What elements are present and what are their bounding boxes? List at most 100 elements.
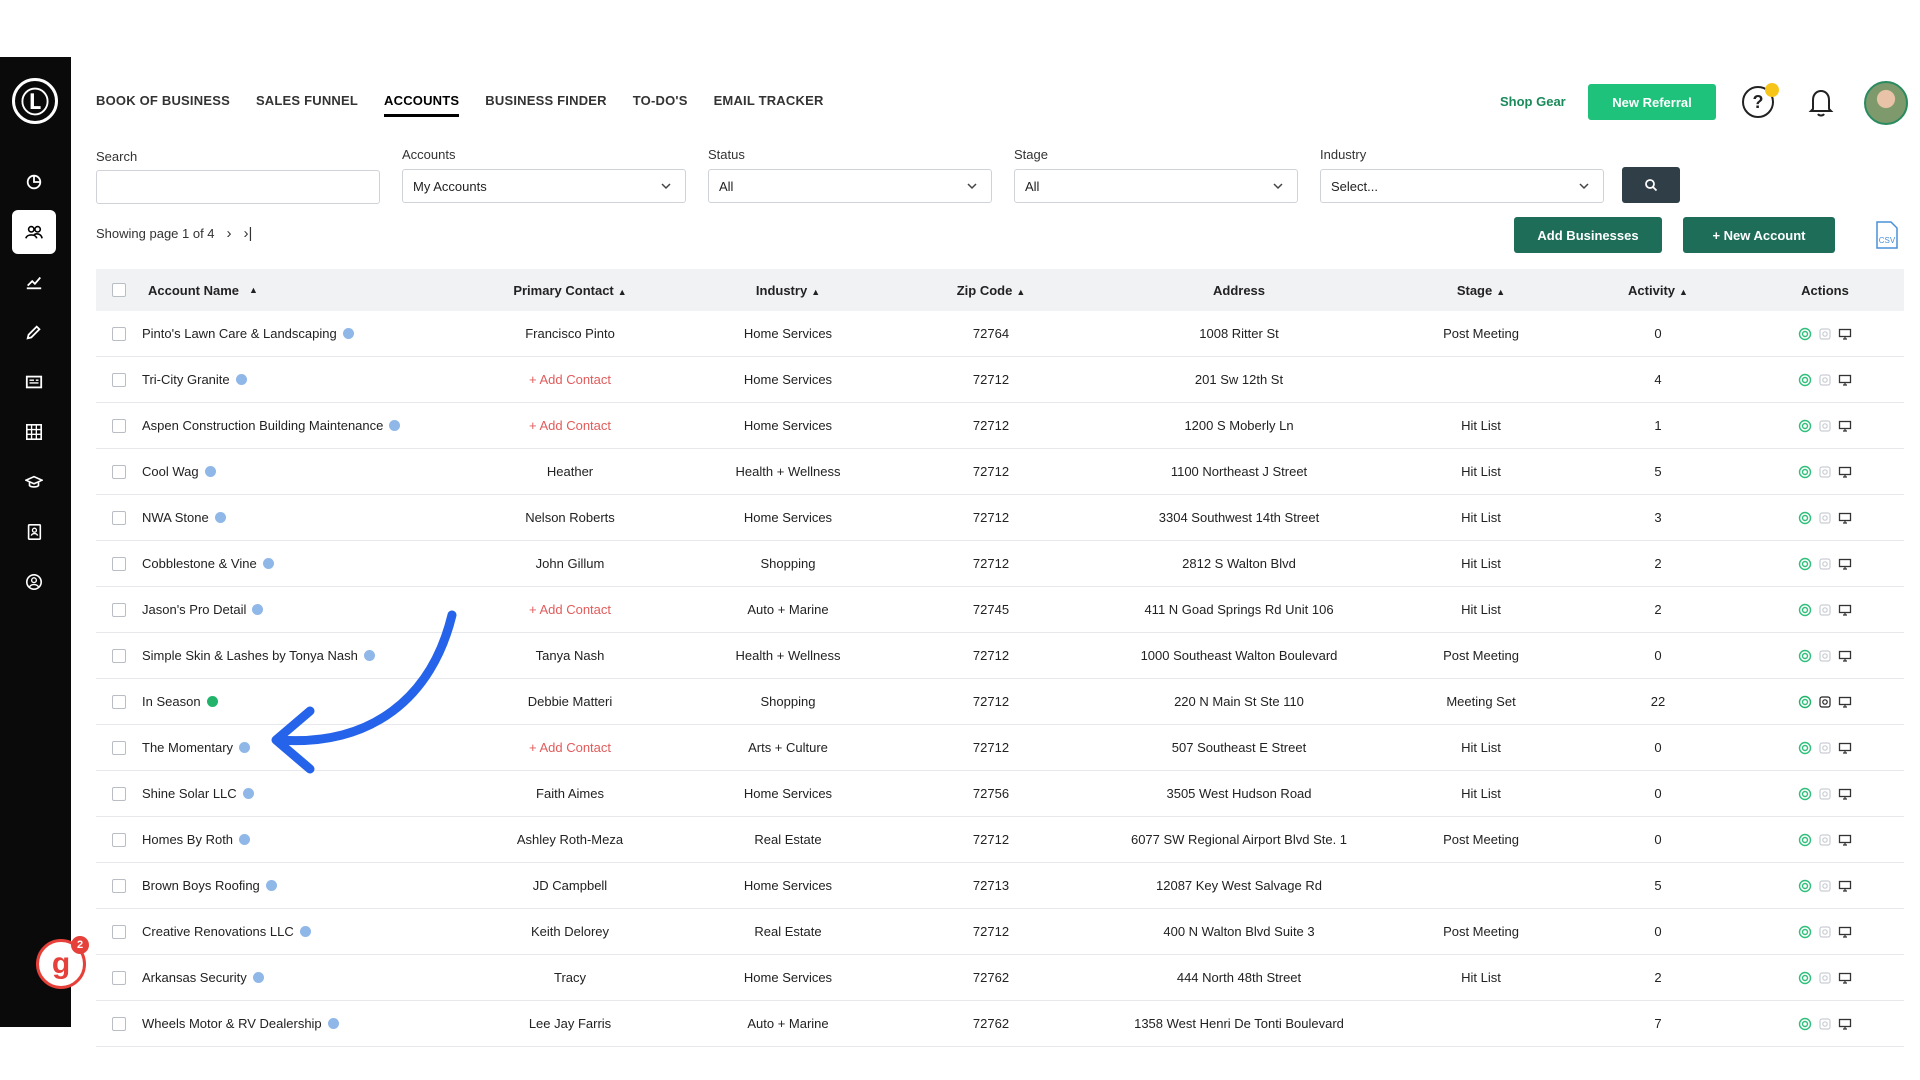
target-icon[interactable] xyxy=(1798,373,1812,387)
industry-select[interactable]: Select... xyxy=(1320,169,1604,203)
row-checkbox[interactable] xyxy=(112,740,126,755)
stage-select[interactable]: All xyxy=(1014,169,1298,203)
monitor-icon[interactable] xyxy=(1838,465,1852,479)
monitor-icon[interactable] xyxy=(1838,649,1852,663)
tab-business-finder[interactable]: BUSINESS FINDER xyxy=(485,93,606,117)
target-icon[interactable] xyxy=(1798,695,1812,709)
account-name-link[interactable]: Pinto's Lawn Care & Landscaping xyxy=(142,326,337,341)
table-row[interactable]: Creative Renovations LLC Keith Delorey R… xyxy=(96,909,1904,955)
last-page-button[interactable]: ›| xyxy=(244,225,253,242)
search-input[interactable] xyxy=(96,170,380,204)
row-checkbox[interactable] xyxy=(112,1016,126,1031)
add-contact-link[interactable]: + Add Contact xyxy=(460,418,680,433)
table-row[interactable]: Cool Wag Heather Health + Wellness 72712… xyxy=(96,449,1904,495)
account-name-link[interactable]: Aspen Construction Building Maintenance xyxy=(142,418,383,433)
table-row[interactable]: NWA Stone Nelson Roberts Home Services 7… xyxy=(96,495,1904,541)
table-row[interactable]: Wheels Motor & RV Dealership Lee Jay Far… xyxy=(96,1001,1904,1047)
graduation-icon[interactable] xyxy=(12,460,56,504)
record-icon[interactable] xyxy=(1818,327,1832,341)
record-icon[interactable] xyxy=(1818,511,1832,525)
account-name-link[interactable]: Brown Boys Roofing xyxy=(142,878,260,893)
record-icon[interactable] xyxy=(1818,741,1832,755)
account-name-link[interactable]: Simple Skin & Lashes by Tonya Nash xyxy=(142,648,358,663)
target-icon[interactable] xyxy=(1798,603,1812,617)
col-activity[interactable]: Activity ▲ xyxy=(1570,283,1746,298)
table-row[interactable]: In Season Debbie Matteri Shopping 72712 … xyxy=(96,679,1904,725)
target-icon[interactable] xyxy=(1798,833,1812,847)
target-icon[interactable] xyxy=(1798,879,1812,893)
record-icon[interactable] xyxy=(1818,465,1832,479)
record-icon[interactable] xyxy=(1818,695,1832,709)
monitor-icon[interactable] xyxy=(1838,327,1852,341)
monitor-icon[interactable] xyxy=(1838,833,1852,847)
contact-book-icon[interactable] xyxy=(12,510,56,554)
table-row[interactable]: Jason's Pro Detail + Add Contact Auto + … xyxy=(96,587,1904,633)
table-row[interactable]: Homes By Roth Ashley Roth-Meza Real Esta… xyxy=(96,817,1904,863)
monitor-icon[interactable] xyxy=(1838,971,1852,985)
monitor-icon[interactable] xyxy=(1838,419,1852,433)
row-checkbox[interactable] xyxy=(112,418,126,433)
record-icon[interactable] xyxy=(1818,557,1832,571)
target-icon[interactable] xyxy=(1798,1017,1812,1031)
row-checkbox[interactable] xyxy=(112,372,126,387)
brand-logo[interactable]: Ⓛ xyxy=(12,78,58,124)
record-icon[interactable] xyxy=(1818,649,1832,663)
shop-gear-link[interactable]: Shop Gear xyxy=(1500,94,1566,109)
target-icon[interactable] xyxy=(1798,925,1812,939)
account-name-link[interactable]: Arkansas Security xyxy=(142,970,247,985)
record-icon[interactable] xyxy=(1818,787,1832,801)
row-checkbox[interactable] xyxy=(112,326,126,341)
row-checkbox[interactable] xyxy=(112,694,126,709)
row-checkbox[interactable] xyxy=(112,786,126,801)
target-icon[interactable] xyxy=(1798,649,1812,663)
account-name-link[interactable]: Homes By Roth xyxy=(142,832,233,847)
add-contact-link[interactable]: + Add Contact xyxy=(460,602,680,617)
record-icon[interactable] xyxy=(1818,373,1832,387)
record-icon[interactable] xyxy=(1818,971,1832,985)
next-page-button[interactable]: › xyxy=(227,225,232,242)
account-name-link[interactable]: NWA Stone xyxy=(142,510,209,525)
add-businesses-button[interactable]: Add Businesses xyxy=(1514,217,1662,253)
target-icon[interactable] xyxy=(1798,327,1812,341)
record-icon[interactable] xyxy=(1818,925,1832,939)
target-icon[interactable] xyxy=(1798,971,1812,985)
monitor-icon[interactable] xyxy=(1838,925,1852,939)
table-row[interactable]: Cobblestone & Vine John Gillum Shopping … xyxy=(96,541,1904,587)
record-icon[interactable] xyxy=(1818,603,1832,617)
monitor-icon[interactable] xyxy=(1838,695,1852,709)
grid-icon[interactable] xyxy=(12,410,56,454)
account-name-link[interactable]: Cobblestone & Vine xyxy=(142,556,257,571)
col-account-name[interactable]: Account Name ▲ xyxy=(142,283,460,298)
row-checkbox[interactable] xyxy=(112,556,126,571)
bell-icon[interactable] xyxy=(1803,84,1839,120)
table-row[interactable]: Brown Boys Roofing JD Campbell Home Serv… xyxy=(96,863,1904,909)
table-row[interactable]: The Momentary + Add Contact Arts + Cultu… xyxy=(96,725,1904,771)
row-checkbox[interactable] xyxy=(112,970,126,985)
table-row[interactable]: Simple Skin & Lashes by Tonya Nash Tanya… xyxy=(96,633,1904,679)
target-icon[interactable] xyxy=(1798,419,1812,433)
monitor-icon[interactable] xyxy=(1838,373,1852,387)
col-industry[interactable]: Industry ▲ xyxy=(680,283,896,298)
status-select[interactable]: All xyxy=(708,169,992,203)
g2-review-badge[interactable]: g2 xyxy=(36,936,89,989)
monitor-icon[interactable] xyxy=(1838,787,1852,801)
row-checkbox[interactable] xyxy=(112,602,126,617)
accounts-select[interactable]: My Accounts xyxy=(402,169,686,203)
target-icon[interactable] xyxy=(1798,465,1812,479)
monitor-icon[interactable] xyxy=(1838,879,1852,893)
add-contact-link[interactable]: + Add Contact xyxy=(460,740,680,755)
col-primary-contact[interactable]: Primary Contact ▲ xyxy=(460,283,680,298)
col-zip-code[interactable]: Zip Code ▲ xyxy=(896,283,1086,298)
row-checkbox[interactable] xyxy=(112,464,126,479)
record-icon[interactable] xyxy=(1818,419,1832,433)
add-contact-link[interactable]: + Add Contact xyxy=(460,372,680,387)
accounts-icon[interactable] xyxy=(12,210,56,254)
account-name-link[interactable]: Creative Renovations LLC xyxy=(142,924,294,939)
account-name-link[interactable]: In Season xyxy=(142,694,201,709)
tab-sales-funnel[interactable]: SALES FUNNEL xyxy=(256,93,358,117)
monitor-icon[interactable] xyxy=(1838,603,1852,617)
row-checkbox[interactable] xyxy=(112,510,126,525)
monitor-icon[interactable] xyxy=(1838,511,1852,525)
account-name-link[interactable]: Jason's Pro Detail xyxy=(142,602,246,617)
table-row[interactable]: Arkansas Security Tracy Home Services 72… xyxy=(96,955,1904,1001)
